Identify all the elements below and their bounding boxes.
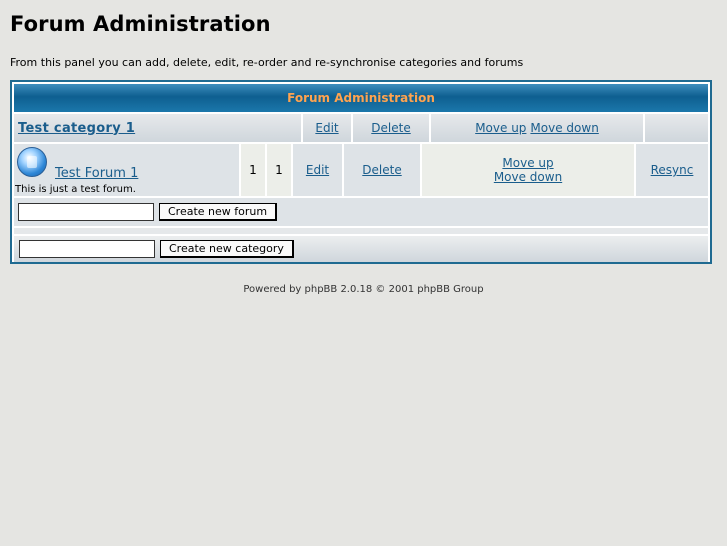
- category-empty-cell: [645, 114, 708, 142]
- forum-resync-link[interactable]: Resync: [651, 163, 694, 177]
- forum-order-cell: Move up Move down: [422, 144, 634, 196]
- forum-folder-icon: [17, 147, 47, 177]
- forum-delete-link[interactable]: Delete: [362, 163, 401, 177]
- forum-move-up-link[interactable]: Move up: [502, 156, 553, 170]
- forum-topics-count: 1: [249, 163, 257, 177]
- category-delete-link[interactable]: Delete: [371, 121, 410, 135]
- category-name-link[interactable]: Test category 1: [18, 121, 135, 136]
- category-edit-link[interactable]: Edit: [315, 121, 338, 135]
- forum-topics-cell: 1: [241, 144, 265, 196]
- category-move-down-link[interactable]: Move down: [530, 121, 598, 135]
- forum-description: This is just a test forum.: [15, 184, 136, 195]
- forum-edit-cell: Edit: [293, 144, 342, 196]
- new-category-input[interactable]: [19, 240, 155, 258]
- forum-move-down-link[interactable]: Move down: [494, 170, 562, 184]
- forum-posts-cell: 1: [267, 144, 291, 196]
- forum-info-cell: Test Forum 1 This is just a test forum.: [14, 144, 239, 196]
- new-forum-row: Create new forum: [14, 198, 708, 226]
- category-name-cell: Test category 1: [14, 114, 301, 142]
- table-header: Forum Administration: [14, 84, 708, 112]
- create-category-button[interactable]: Create new category: [160, 240, 294, 258]
- forum-name-link[interactable]: Test Forum 1: [55, 166, 138, 181]
- footer-credit: Powered by phpBB 2.0.18 © 2001 phpBB Gro…: [243, 284, 484, 295]
- page-title: Forum Administration: [10, 12, 271, 36]
- spacer-row: [14, 228, 708, 234]
- new-forum-input[interactable]: [18, 203, 154, 221]
- category-order-cell: Move up Move down: [431, 114, 643, 142]
- forum-admin-table: Forum Administration Test category 1 Edi…: [10, 80, 712, 264]
- forum-resync-cell: Resync: [636, 144, 708, 196]
- forum-delete-cell: Delete: [344, 144, 420, 196]
- category-edit-cell: Edit: [303, 114, 351, 142]
- create-forum-button[interactable]: Create new forum: [159, 203, 278, 221]
- forum-edit-link[interactable]: Edit: [306, 163, 329, 177]
- category-delete-cell: Delete: [353, 114, 429, 142]
- forum-posts-count: 1: [275, 163, 283, 177]
- category-move-up-link[interactable]: Move up: [475, 121, 526, 135]
- new-category-row: Create new category: [14, 236, 708, 262]
- page-intro: From this panel you can add, delete, edi…: [10, 56, 524, 69]
